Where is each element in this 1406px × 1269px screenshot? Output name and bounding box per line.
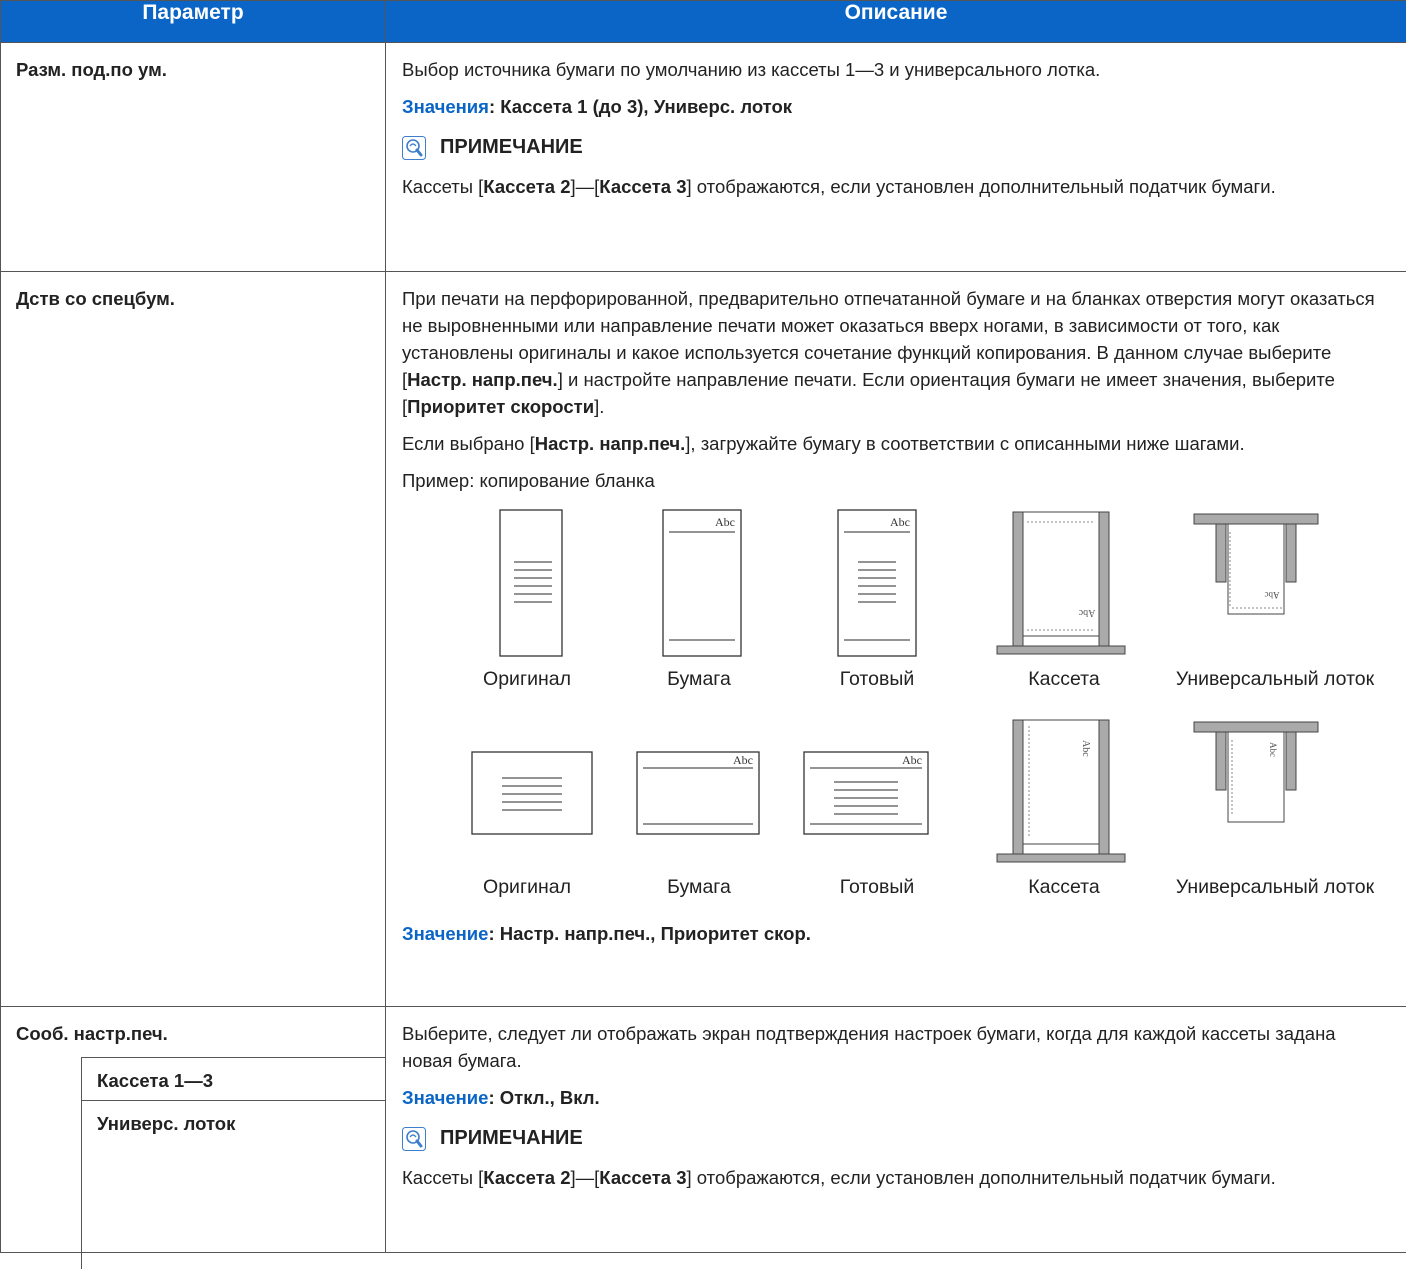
cassette-portrait-illustration: Abc — [995, 504, 1135, 664]
lightbulb-note-icon — [402, 136, 426, 160]
svg-text:Abc: Abc — [890, 515, 910, 529]
sub-param-cassette: Кассета 1—3 — [81, 1057, 386, 1101]
caption-paper: Бумага — [629, 874, 769, 901]
paper-portrait-illustration: Abc — [653, 504, 743, 664]
note-text: Кассеты [Кассета 2]—[Кассета 3] отобража… — [402, 1164, 1390, 1191]
original-landscape-illustration — [462, 712, 602, 872]
sub-param-bypass: Универс. лоток — [81, 1101, 402, 1135]
desc-paragraph-1: При печати на перфорированной, предварит… — [402, 285, 1390, 420]
desc-paragraph-2: Если выбрано [Настр. напр.печ.], загружа… — [402, 430, 1390, 457]
page: Параметр Описание Разм. под.по ум. Выбор… — [0, 0, 1406, 1252]
caption-finished: Готовый — [807, 874, 947, 901]
note-text: Кассеты [Кассета 2]—[Кассета 3] отобража… — [402, 173, 1390, 200]
bypass-landscape-illustration: Abc — [1192, 712, 1322, 872]
cassette-landscape-illustration: Abc — [995, 712, 1135, 872]
param-paper-settings-message: Сооб. настр.печ. Кассета 1—3 Универс. ло… — [1, 1007, 386, 1253]
svg-text:Abc: Abc — [902, 753, 922, 767]
finished-portrait-illustration: Abc — [832, 504, 922, 664]
value-line: Значение: Настр. напр.печ., Приоритет ск… — [402, 920, 1390, 947]
figure-row-landscape: Abc Abc Abc — [402, 712, 1390, 902]
values-label: Значения — [402, 96, 489, 117]
desc-text: Выбор источника бумаги по умолчанию из к… — [402, 56, 1390, 83]
table-row: Сооб. настр.печ. Кассета 1—3 Универс. ло… — [1, 1007, 1406, 1253]
desc-text: Выберите, следует ли отображать экран по… — [402, 1020, 1390, 1074]
caption-original: Оригинал — [457, 666, 597, 693]
table-row: Дств со спецбум. При печати на перфориро… — [1, 272, 1406, 1007]
caption-bypass: Универсальный лоток — [1150, 874, 1400, 901]
finished-landscape-illustration: Abc — [798, 712, 938, 872]
param-label: Сооб. настр.печ. — [1, 1007, 385, 1057]
svg-text:Abc: Abc — [1078, 607, 1095, 618]
note-title: ПРИМЕЧАНИЕ — [440, 134, 583, 161]
caption-bypass: Универсальный лоток — [1150, 666, 1400, 693]
value-label: Значение — [402, 1087, 488, 1108]
value-line: Значение: Откл., Вкл. — [402, 1084, 1390, 1111]
desc-paper-settings-message: Выберите, следует ли отображать экран по… — [386, 1007, 1406, 1253]
desc-default-paper-source: Выбор источника бумаги по умолчанию из к… — [386, 43, 1406, 272]
header-param: Параметр — [1, 1, 386, 43]
values-line: Значения: Кассета 1 (до 3), Универс. лот… — [402, 93, 1390, 120]
svg-text:Abc: Abc — [1265, 590, 1280, 600]
paper-landscape-illustration: Abc — [627, 712, 767, 872]
table-header-row: Параметр Описание — [1, 1, 1406, 43]
lightbulb-note-icon — [402, 1127, 426, 1151]
svg-text:Abc: Abc — [1080, 740, 1091, 757]
note-title: ПРИМЕЧАНИЕ — [440, 1125, 583, 1152]
original-portrait-illustration — [486, 504, 576, 664]
caption-cassette: Кассета — [994, 874, 1134, 901]
settings-table: Параметр Описание Разм. под.по ум. Выбор… — [0, 0, 1406, 1253]
bypass-portrait-illustration: Abc — [1192, 504, 1322, 664]
caption-finished: Готовый — [807, 666, 947, 693]
param-special-paper-action: Дств со спецбум. — [1, 272, 386, 1007]
paper-abc-label: Abc — [715, 515, 735, 529]
values-text: : Кассета 1 (до 3), Универс. лоток — [489, 96, 792, 117]
desc-special-paper-action: При печати на перфорированной, предварит… — [386, 272, 1406, 1007]
header-desc: Описание — [386, 1, 1406, 43]
param-default-paper-source: Разм. под.по ум. — [1, 43, 386, 272]
caption-paper: Бумага — [629, 666, 769, 693]
value-text: : Откл., Вкл. — [488, 1087, 599, 1108]
note-header: ПРИМЕЧАНИЕ — [402, 1125, 1390, 1152]
value-text: : Настр. напр.печ., Приоритет скор. — [488, 923, 810, 944]
caption-cassette: Кассета — [994, 666, 1134, 693]
svg-text:Abc: Abc — [733, 753, 753, 767]
caption-original: Оригинал — [457, 874, 597, 901]
value-label: Значение — [402, 923, 488, 944]
figure-row-portrait: Abc Abc Abc — [402, 504, 1390, 694]
example-label: Пример: копирование бланка — [402, 467, 1390, 494]
svg-text:Abc: Abc — [1268, 742, 1278, 757]
note-header: ПРИМЕЧАНИЕ — [402, 134, 1390, 161]
table-row: Разм. под.по ум. Выбор источника бумаги … — [1, 43, 1406, 272]
